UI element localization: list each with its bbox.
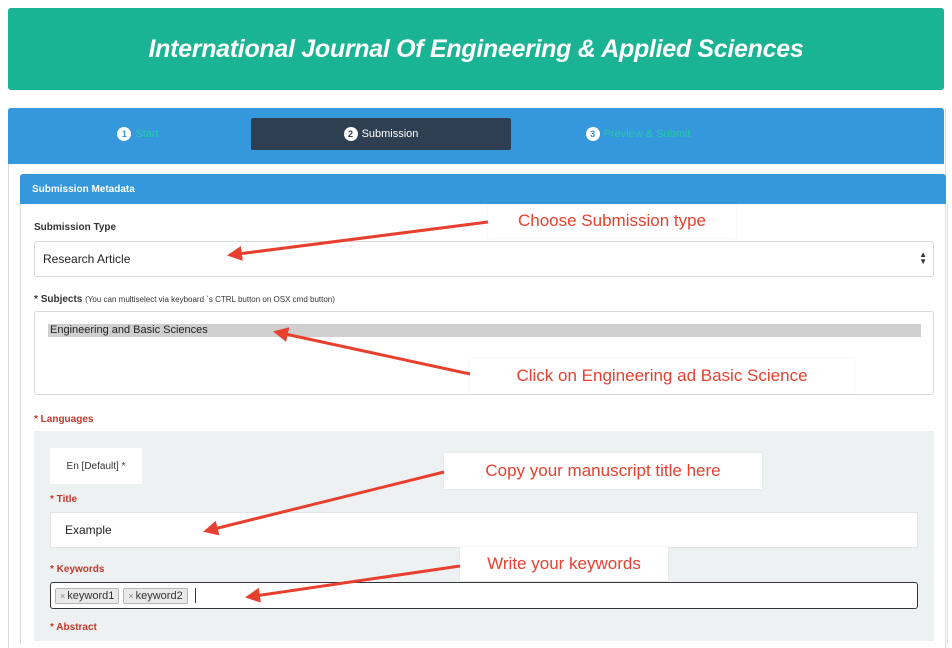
keyword-text: keyword2: [135, 589, 183, 602]
subjects-label: * Subjects (You can multiselect via keyb…: [34, 294, 335, 305]
submission-type-select[interactable]: Research Article ▲ ▼: [34, 241, 934, 277]
step-submission[interactable]: 2 Submission: [251, 118, 511, 150]
step-number-icon: 2: [343, 127, 358, 141]
keywords-input[interactable]: × keyword1 × keyword2: [50, 582, 918, 609]
annotation-keywords: Write your keywords: [460, 547, 668, 581]
keyword-text: keyword1: [67, 589, 115, 602]
step-number-icon: 1: [117, 127, 132, 141]
step-start[interactable]: 1 Start: [8, 118, 268, 150]
panel-heading: Submission Metadata: [20, 174, 946, 204]
annotation-subjects: Click on Engineering ad Basic Science: [470, 358, 854, 394]
subjects-label-text: Subjects: [40, 294, 83, 305]
text-cursor: [194, 588, 196, 603]
keyword-tag[interactable]: × keyword2: [123, 587, 188, 604]
subjects-option[interactable]: Engineering and Basic Sciences: [48, 324, 921, 337]
updown-arrows-icon: ▲ ▼: [919, 250, 927, 266]
submission-type-value: Research Article: [43, 252, 131, 266]
abstract-label: * Abstract: [50, 622, 97, 633]
annotation-text: Write your keywords: [487, 554, 641, 573]
keyword-tag[interactable]: × keyword1: [55, 587, 120, 604]
step-bar: 1 Start 2 Submission 3 Preview & Submit: [8, 108, 944, 164]
step-label: Start: [135, 128, 159, 140]
title-value: Example: [65, 523, 112, 537]
title-label: * Title: [50, 494, 78, 505]
step-label: Preview & Submit: [603, 128, 691, 140]
annotation-submission-type: Choose Submission type: [488, 204, 736, 238]
title-input[interactable]: Example: [50, 512, 918, 548]
keywords-label: * Keywords: [50, 564, 105, 575]
journal-title: International Journal Of Engineering & A…: [148, 34, 804, 63]
submission-type-label: Submission Type: [34, 222, 117, 233]
x-icon[interactable]: ×: [128, 591, 133, 601]
step-number-icon: 3: [585, 127, 600, 141]
x-icon[interactable]: ×: [60, 591, 65, 601]
annotation-text: Copy your manuscript title here: [485, 461, 721, 480]
annotation-text: Choose Submission type: [517, 211, 707, 230]
panel-title: Submission Metadata: [32, 183, 135, 195]
annotation-title: Copy your manuscript title here: [444, 453, 762, 489]
subjects-hint: (You can multiselect via keyboard `s CTR…: [85, 295, 335, 304]
step-preview-submit[interactable]: 3 Preview & Submit: [508, 118, 768, 150]
annotation-text: Click on Engineering ad Basic Science: [516, 366, 808, 385]
language-tab-en[interactable]: En [Default] *: [50, 448, 142, 484]
journal-header: International Journal Of Engineering & A…: [8, 8, 944, 90]
step-label: Submission: [361, 128, 419, 140]
languages-label: * Languages: [34, 414, 94, 425]
required-marker: *: [34, 294, 38, 305]
